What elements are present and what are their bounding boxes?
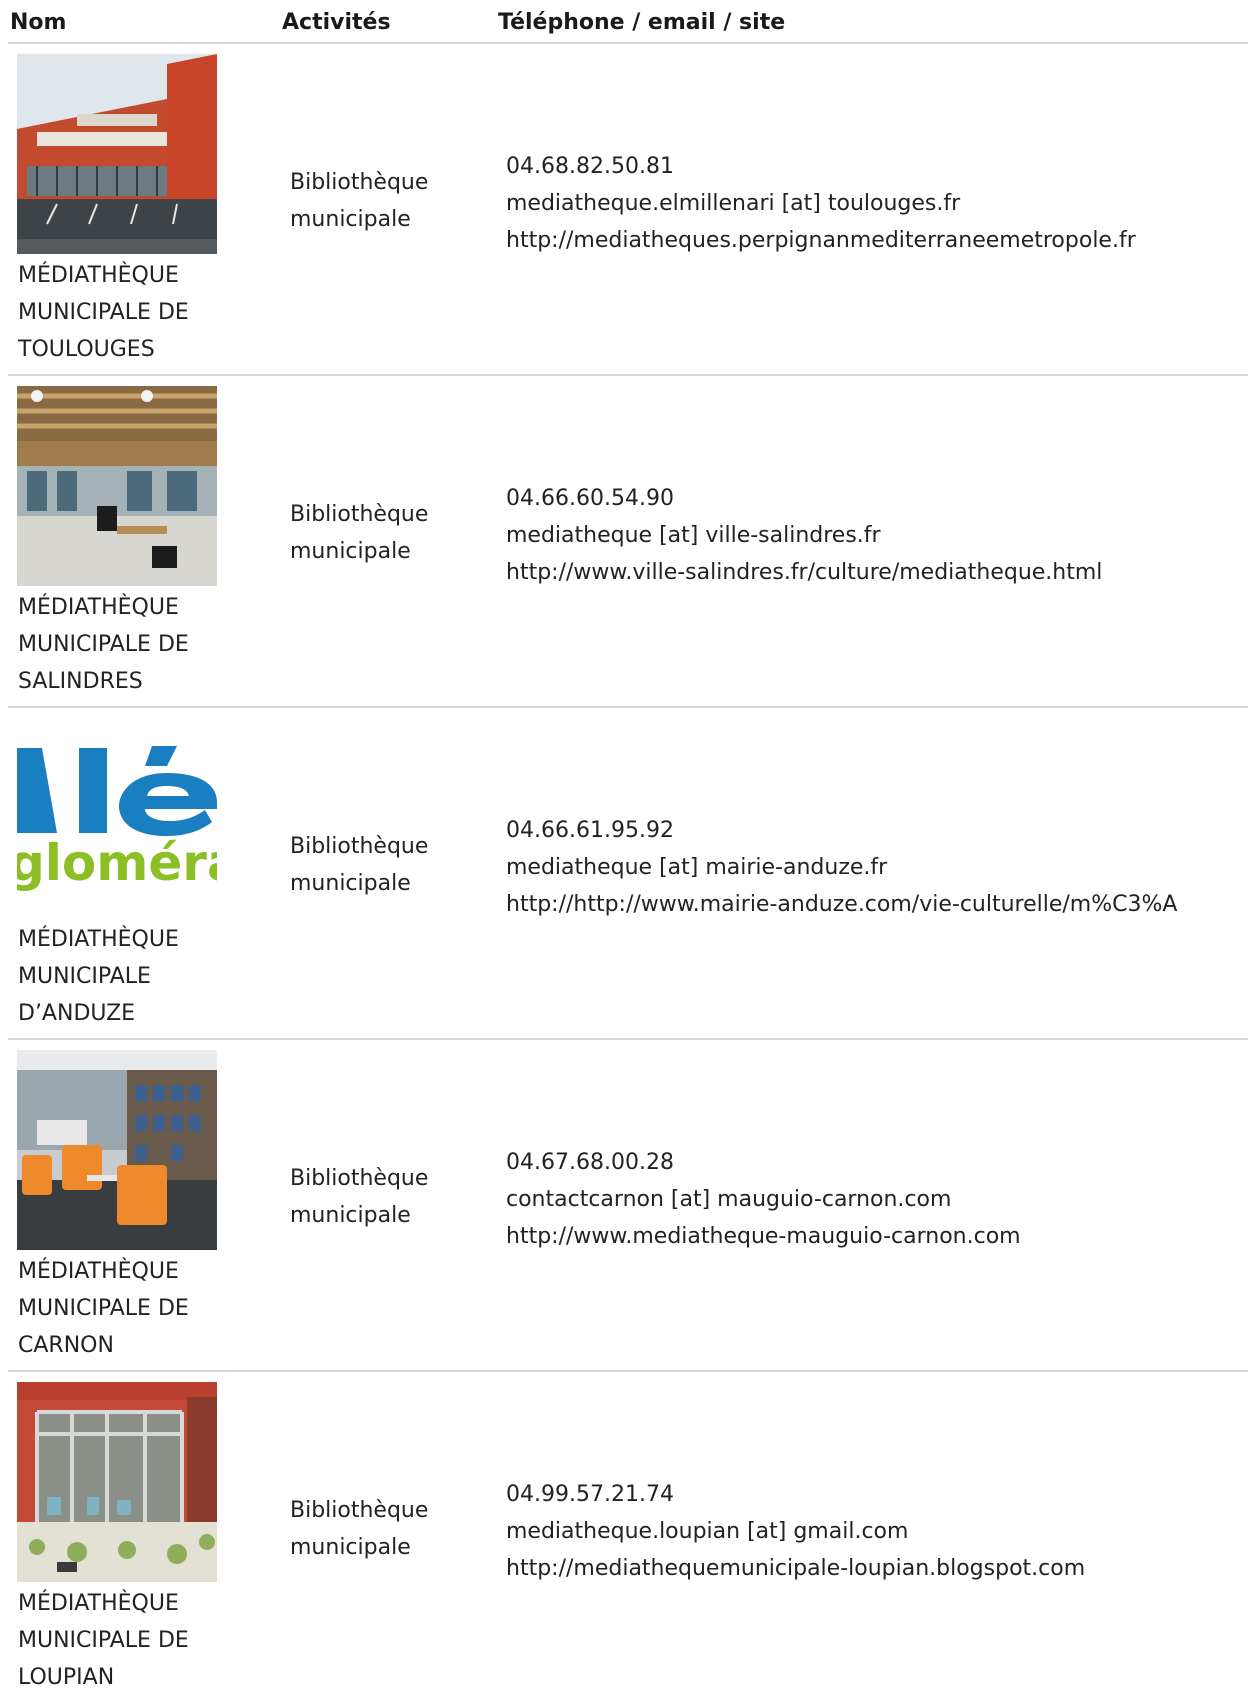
website-url[interactable]: http://mediathequemunicipale-loupian.blo…: [506, 1550, 1085, 1587]
library-activity: Bibliothèque municipale: [290, 828, 480, 902]
library-table: Nom Activités Téléphone / email / site M…: [8, 0, 1248, 1704]
table-row: MÉDIATHÈQUE MUNICIPALE DE SALINDRES Bibl…: [8, 376, 1248, 708]
table-row: MÉDIATHÈQUE MUNICIPALE DE LOUPIAN Biblio…: [8, 1372, 1248, 1704]
table-row: gloméra MÉDIATHÈQUE MUNICIPALE D’ANDUZE …: [8, 708, 1248, 1040]
library-name-line: D’ANDUZE: [18, 1001, 136, 1026]
library-name-line: MÉDIATHÈQUE: [18, 263, 179, 288]
library-contact: 04.68.82.50.81 mediatheque.elmillenari […: [506, 148, 1136, 259]
library-interior-photo: [17, 386, 217, 586]
building-photo: [17, 54, 217, 254]
phone-number: 04.99.57.21.74: [506, 1482, 674, 1507]
library-name-line: SALINDRES: [18, 669, 143, 694]
phone-number: 04.66.60.54.90: [506, 486, 674, 511]
library-name-line: MÉDIATHÈQUE: [18, 1259, 179, 1284]
library-name-line: MÉDIATHÈQUE: [18, 1591, 179, 1616]
table-row: MÉDIATHÈQUE MUNICIPALE DE CARNON Bibliot…: [8, 1040, 1248, 1372]
library-name-line: MÉDIATHÈQUE: [18, 927, 179, 952]
library-name[interactable]: MÉDIATHÈQUE MUNICIPALE DE CARNON: [18, 1253, 238, 1364]
website-url[interactable]: http://www.mediatheque-mauguio-carnon.co…: [506, 1218, 1021, 1255]
library-contact: 04.99.57.21.74 mediatheque.loupian [at] …: [506, 1476, 1085, 1587]
phone-number: 04.66.61.95.92: [506, 818, 674, 843]
library-name-line: MUNICIPALE: [18, 964, 151, 989]
logo-lettering: gloméra: [17, 834, 217, 892]
library-thumbnail[interactable]: [17, 54, 217, 254]
email-address: mediatheque [at] ville-salindres.fr: [506, 523, 881, 548]
activity-line: Bibliothèque: [290, 834, 429, 859]
phone-number: 04.68.82.50.81: [506, 154, 674, 179]
library-thumbnail[interactable]: [17, 1050, 217, 1250]
library-activity: Bibliothèque municipale: [290, 1160, 480, 1234]
email-address: mediatheque.loupian [at] gmail.com: [506, 1519, 909, 1544]
library-name-line: MUNICIPALE DE: [18, 1296, 189, 1321]
activity-line: municipale: [290, 207, 411, 232]
library-name[interactable]: MÉDIATHÈQUE MUNICIPALE DE TOULOUGES: [18, 257, 238, 368]
library-name-line: MUNICIPALE DE: [18, 300, 189, 325]
library-name-line: MÉDIATHÈQUE: [18, 595, 179, 620]
library-name[interactable]: MÉDIATHÈQUE MUNICIPALE DE SALINDRES: [18, 589, 238, 700]
reading-room-photo: [17, 1050, 217, 1250]
activity-line: municipale: [290, 539, 411, 564]
library-name-line: CARNON: [18, 1333, 114, 1358]
library-activity: Bibliothèque municipale: [290, 496, 480, 570]
email-address: contactcarnon [at] mauguio-carnon.com: [506, 1187, 952, 1212]
library-name-line: TOULOUGES: [18, 337, 155, 362]
phone-number: 04.67.68.00.28: [506, 1150, 674, 1175]
facade-photo: [17, 1382, 217, 1582]
activity-line: municipale: [290, 1535, 411, 1560]
header-contact: Téléphone / email / site: [498, 10, 786, 35]
website-url[interactable]: http://mediatheques.perpignanmediterrane…: [506, 222, 1136, 259]
library-name-line: MUNICIPALE DE: [18, 1628, 189, 1653]
header-activites: Activités: [282, 10, 391, 35]
library-thumbnail[interactable]: gloméra: [17, 718, 217, 918]
library-thumbnail[interactable]: [17, 1382, 217, 1582]
library-contact: 04.66.61.95.92 mediatheque [at] mairie-a…: [506, 812, 1177, 923]
library-contact: 04.67.68.00.28 contactcarnon [at] maugui…: [506, 1144, 1021, 1255]
library-activity: Bibliothèque municipale: [290, 1492, 480, 1566]
library-name[interactable]: MÉDIATHÈQUE MUNICIPALE DE LOUPIAN: [18, 1585, 238, 1696]
activity-line: Bibliothèque: [290, 502, 429, 527]
library-name-line: LOUPIAN: [18, 1665, 115, 1690]
activity-line: Bibliothèque: [290, 1166, 429, 1191]
library-name[interactable]: MÉDIATHÈQUE MUNICIPALE D’ANDUZE: [18, 921, 238, 1032]
header-nom: Nom: [10, 10, 67, 35]
activity-line: municipale: [290, 1203, 411, 1228]
library-contact: 04.66.60.54.90 mediatheque [at] ville-sa…: [506, 480, 1102, 591]
activity-line: municipale: [290, 871, 411, 896]
website-url[interactable]: http://http://www.mairie-anduze.com/vie-…: [506, 886, 1177, 923]
library-thumbnail[interactable]: [17, 386, 217, 586]
ales-agglomeration-logo: gloméra: [17, 718, 217, 918]
library-name-line: MUNICIPALE DE: [18, 632, 189, 657]
library-activity: Bibliothèque municipale: [290, 164, 480, 238]
email-address: mediatheque [at] mairie-anduze.fr: [506, 855, 888, 880]
table-header: Nom Activités Téléphone / email / site: [8, 0, 1248, 44]
activity-line: Bibliothèque: [290, 1498, 429, 1523]
website-url[interactable]: http://www.ville-salindres.fr/culture/me…: [506, 554, 1102, 591]
email-address: mediatheque.elmillenari [at] toulouges.f…: [506, 191, 961, 216]
table-row: MÉDIATHÈQUE MUNICIPALE DE TOULOUGES Bibl…: [8, 44, 1248, 376]
activity-line: Bibliothèque: [290, 170, 429, 195]
